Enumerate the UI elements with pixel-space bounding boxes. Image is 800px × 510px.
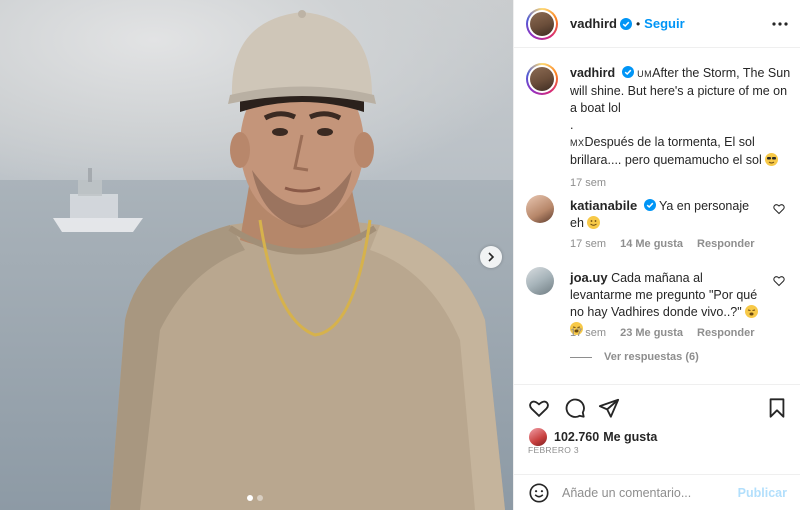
comment-input[interactable] (562, 485, 738, 500)
heart-icon[interactable] (528, 397, 550, 419)
comment-reply-button[interactable]: Responder (697, 238, 754, 250)
caption-username[interactable]: vadhird (570, 66, 615, 80)
commenter-username[interactable]: joa.uy (570, 270, 608, 285)
add-comment-bar: Publicar (514, 474, 800, 510)
carousel-indicator (247, 495, 263, 501)
post-photo[interactable] (0, 0, 513, 510)
follow-button[interactable]: Seguir (644, 16, 684, 31)
comment-like-heart-icon[interactable] (773, 203, 785, 215)
verified-badge-icon (621, 66, 634, 78)
comment-time: 17 sem (570, 238, 607, 250)
replies-divider-line (570, 356, 592, 358)
paper-plane-icon[interactable] (598, 397, 620, 419)
post-date: FEBRERO 3 (528, 445, 579, 455)
publish-button[interactable]: Publicar (738, 486, 787, 500)
chevron-right-icon (488, 252, 495, 262)
instagram-post-modal: vadhird • Seguir vadhird UMAfter the Sto… (0, 0, 800, 510)
header-separator: • (635, 16, 641, 31)
comment-like-heart-icon[interactable] (773, 275, 785, 287)
post-actions: 102.760 Me gusta FEBRERO 3 (514, 384, 800, 476)
comment-reply-button[interactable]: Responder (697, 327, 754, 339)
carousel-dot-active (247, 495, 253, 501)
comment-likes[interactable]: 14 Me gusta (620, 238, 683, 250)
bookmark-icon[interactable] (766, 397, 788, 419)
view-replies-label: Ver respuestas (6) (604, 351, 699, 363)
comment-icon[interactable] (564, 397, 586, 419)
comments-section[interactable]: vadhird UMAfter the Storm, The Sun will … (514, 49, 800, 384)
crying-emoji-icon (745, 305, 759, 318)
view-replies-button[interactable]: Ver respuestas (6) (570, 351, 699, 363)
next-photo-button[interactable] (480, 246, 502, 268)
smile-emoji-icon (587, 216, 601, 229)
caption-dot: . (570, 118, 574, 132)
caption-time: 17 sem (570, 177, 607, 189)
caption-author-avatar[interactable] (526, 63, 558, 95)
person-illustration (110, 10, 505, 510)
comment-item: joa.uy Cada mañana al levantarme me preg… (526, 267, 791, 347)
author-avatar[interactable] (526, 7, 558, 40)
comment-meta: 17 sem 14 Me gusta Responder (570, 238, 755, 250)
sunglasses-emoji-icon (765, 153, 779, 166)
author-username[interactable]: vadhird (570, 16, 617, 31)
likes-summary[interactable]: 102.760 Me gusta (528, 427, 657, 447)
commenter-username[interactable]: katianabile (570, 198, 637, 213)
likes-label: Me gusta (603, 430, 658, 444)
commenter-avatar[interactable] (526, 195, 554, 223)
verified-badge-icon (619, 17, 632, 30)
comment-meta: 17 sem 23 Me gusta Responder (570, 327, 755, 339)
commenter-avatar[interactable] (526, 267, 554, 295)
more-options-icon[interactable] (771, 16, 789, 32)
post-side-panel: vadhird • Seguir vadhird UMAfter the Sto… (513, 0, 800, 510)
comment-time: 17 sem (570, 327, 607, 339)
liker-avatar (528, 427, 548, 447)
comment-text-block: katianabile Ya en personaje eh (570, 197, 760, 232)
caption-line-spanish: Después de la tormenta, El sol brillara.… (570, 135, 762, 167)
emoji-icon[interactable] (528, 482, 550, 504)
carousel-dot (257, 495, 263, 501)
flag-um-label: UM (637, 69, 653, 79)
verified-badge-icon (643, 199, 656, 211)
post-header: vadhird • Seguir (514, 0, 800, 48)
likes-count: 102.760 (554, 430, 600, 444)
caption-text: vadhird UMAfter the Storm, The Sun will … (570, 65, 791, 169)
comment-likes[interactable]: 23 Me gusta (620, 327, 683, 339)
flag-mx-label: MX (570, 138, 585, 148)
comment-item: katianabile Ya en personaje eh 17 sem 14… (526, 195, 791, 255)
